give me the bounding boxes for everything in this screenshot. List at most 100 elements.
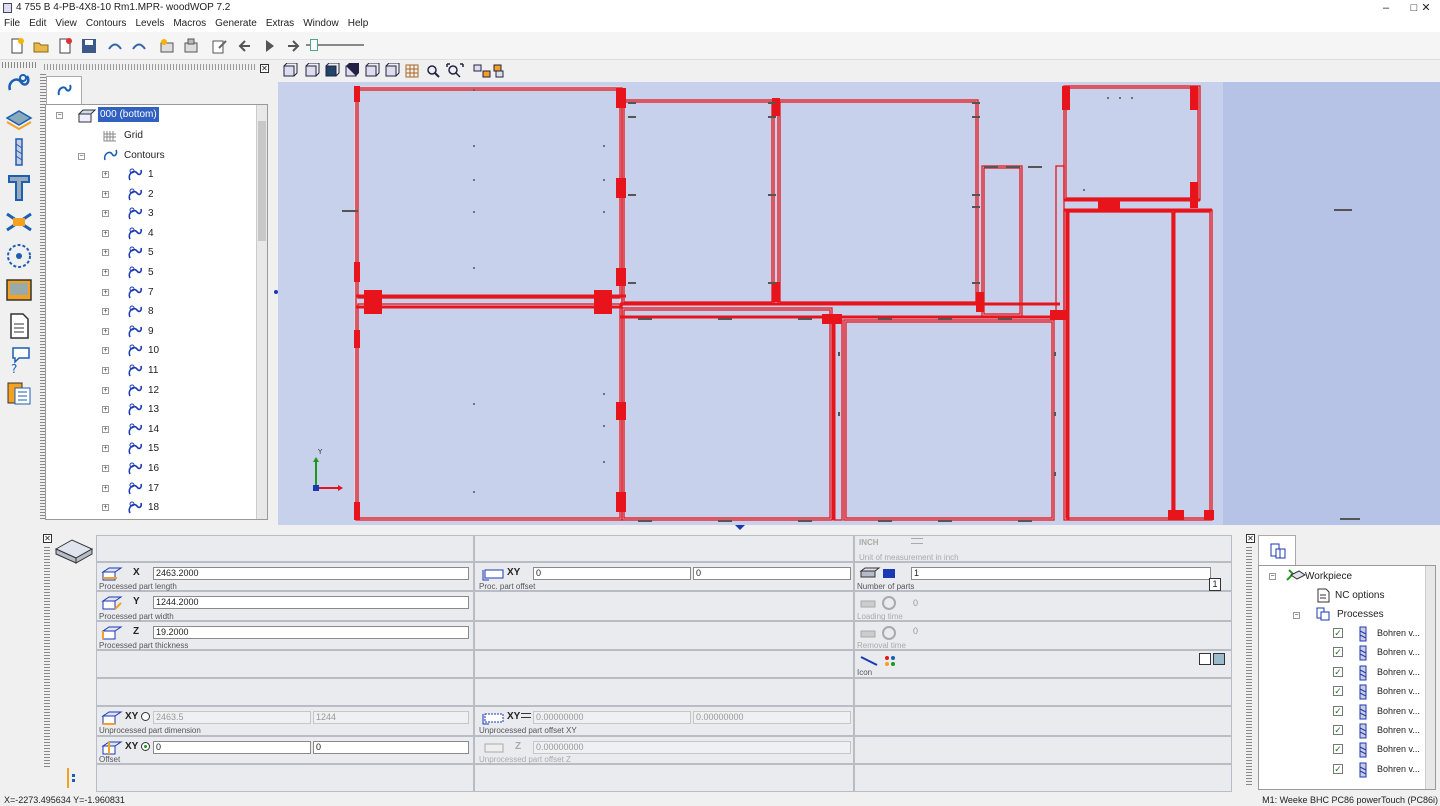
workpiece-layers-icon[interactable] [3,102,35,134]
tree-expander[interactable]: − [78,153,85,160]
process-checkbox[interactable]: ✓ [1333,763,1343,774]
close-properties-icon[interactable]: ✕ [43,534,52,543]
contour-item[interactable]: +3 [46,204,251,223]
unprocessed-offset-z-input[interactable]: 0.00000000 [533,741,851,754]
saw-blade-icon[interactable] [3,240,35,272]
contour-item[interactable]: +14 [46,420,251,439]
process-checkbox[interactable]: ✓ [1333,705,1343,716]
menu-contours[interactable]: Contours [82,16,132,32]
arrow-left-icon[interactable] [236,37,254,55]
save-icon[interactable] [80,37,98,55]
process-list-icon[interactable] [3,378,35,410]
process-checkbox[interactable]: ✓ [1333,725,1343,735]
process-checkbox[interactable]: ✓ [1333,628,1343,638]
edit-properties-icon[interactable] [210,37,228,55]
drill-bit-icon[interactable] [3,136,35,168]
process-checkbox[interactable]: ✓ [1333,744,1343,755]
process-checkbox[interactable]: ✓ [1333,647,1343,658]
process-checkbox[interactable]: ✓ [1333,666,1343,677]
contour-item[interactable]: +15 [46,439,251,458]
tree-expander[interactable]: + [102,484,109,492]
width-input[interactable]: 1244.2000 [153,596,469,609]
menu-view[interactable]: View [51,16,82,32]
tree-expander[interactable]: + [102,347,109,355]
process-item[interactable]: ✓ Bohren v... [1259,740,1423,759]
view-grid-icon[interactable] [405,64,419,78]
layout-alt-icon[interactable] [493,64,504,78]
contour-item[interactable]: +9 [46,322,251,341]
tree-grid-label[interactable]: Grid [124,126,143,145]
workpiece-label[interactable]: Workpiece [1305,567,1352,586]
add-component-icon[interactable] [158,37,176,55]
menu-macros[interactable]: Macros [169,16,211,32]
process-item[interactable]: ✓ Bohren v... [1259,760,1423,779]
tree-expander[interactable]: + [102,504,109,512]
tree-expander[interactable]: + [102,425,109,433]
new-file-icon[interactable] [8,37,26,55]
contour-item[interactable]: +18 [46,498,251,517]
contour-item[interactable]: +4 [46,224,251,243]
view-left-icon[interactable] [345,63,359,77]
menu-generate[interactable]: Generate [211,16,262,32]
process-checkbox[interactable]: ✓ [1333,686,1343,697]
layout-icon[interactable] [473,64,491,78]
process-item[interactable]: ✓ Bohren v... [1259,682,1423,701]
processes-label[interactable]: Processes [1337,605,1384,624]
thickness-input[interactable]: 19.2000 [153,626,469,639]
process-item[interactable]: ✓ Bohren v... [1259,663,1423,682]
close-process-panel-icon[interactable]: ✕ [1246,534,1255,543]
process-item[interactable]: ✓ Bohren v... [1259,643,1423,662]
tree-expander[interactable]: + [102,386,109,394]
contour-item[interactable]: +17 [46,479,251,498]
offset-radio[interactable] [141,742,150,751]
component-list-icon[interactable] [182,37,200,55]
contour-item[interactable]: +11 [46,361,251,380]
process-item[interactable]: ✓ Bohren v... [1259,702,1423,721]
tree-expander[interactable]: − [1269,573,1276,580]
nc-options-label[interactable]: NC options [1335,586,1384,605]
redo-icon[interactable] [130,37,148,55]
arrow-right-icon[interactable] [284,37,302,55]
icon-clear-button[interactable] [1213,653,1225,665]
menu-file[interactable]: File [0,16,25,32]
contour-item[interactable]: +1 [46,165,251,184]
tab-processes[interactable] [1258,535,1296,565]
saw-cut-icon[interactable] [3,206,35,238]
drawing-area[interactable]: Y [278,82,1223,525]
icon-picker-button[interactable] [1199,653,1211,665]
vertical-tool-icon[interactable] [3,172,35,204]
tree-expander[interactable]: − [56,112,63,119]
offset-x-input[interactable]: 0 [153,741,311,754]
view-front-icon[interactable] [305,63,320,77]
panel-options-icon[interactable] [66,767,78,789]
panel-frame-icon[interactable] [3,274,35,306]
length-input[interactable]: 2463.2000 [153,567,469,580]
tree-expander[interactable]: + [102,367,109,374]
unprocessed-dimension-radio[interactable] [141,712,150,721]
view-right-icon[interactable] [365,63,380,77]
proc-offset-x-input[interactable]: 0 [533,567,691,580]
proc-offset-y-input[interactable]: 0 [693,567,851,580]
view-back-icon[interactable] [385,63,400,77]
process-item[interactable]: ✓ Bohren v... [1259,624,1423,643]
menu-edit[interactable]: Edit [25,16,51,32]
zoom-fit-icon[interactable] [446,63,464,78]
contour-item[interactable]: +8 [46,302,251,321]
contour-item[interactable]: +16 [46,459,251,478]
contour-item[interactable]: +5 [46,263,251,282]
tree-expander[interactable]: + [102,465,109,472]
zoom-icon[interactable] [427,65,440,78]
contour-item[interactable]: +10 [46,341,251,360]
tree-expander[interactable]: − [1293,612,1300,619]
contour-item[interactable]: +2 [46,185,251,204]
process-item[interactable]: ✓ Bohren v... [1259,721,1423,740]
undo-icon[interactable] [106,37,124,55]
number-of-parts-input[interactable]: 1 [911,567,1211,580]
tree-expander[interactable]: + [102,171,109,178]
play-icon[interactable] [260,37,278,55]
removal-time-input[interactable]: 0 [911,626,1227,639]
equals-toggle[interactable] [521,713,531,718]
tree-expander[interactable]: + [102,210,109,218]
tree-root-label[interactable]: 000 (bottom) [98,107,159,122]
tree-expander[interactable]: + [102,406,109,414]
